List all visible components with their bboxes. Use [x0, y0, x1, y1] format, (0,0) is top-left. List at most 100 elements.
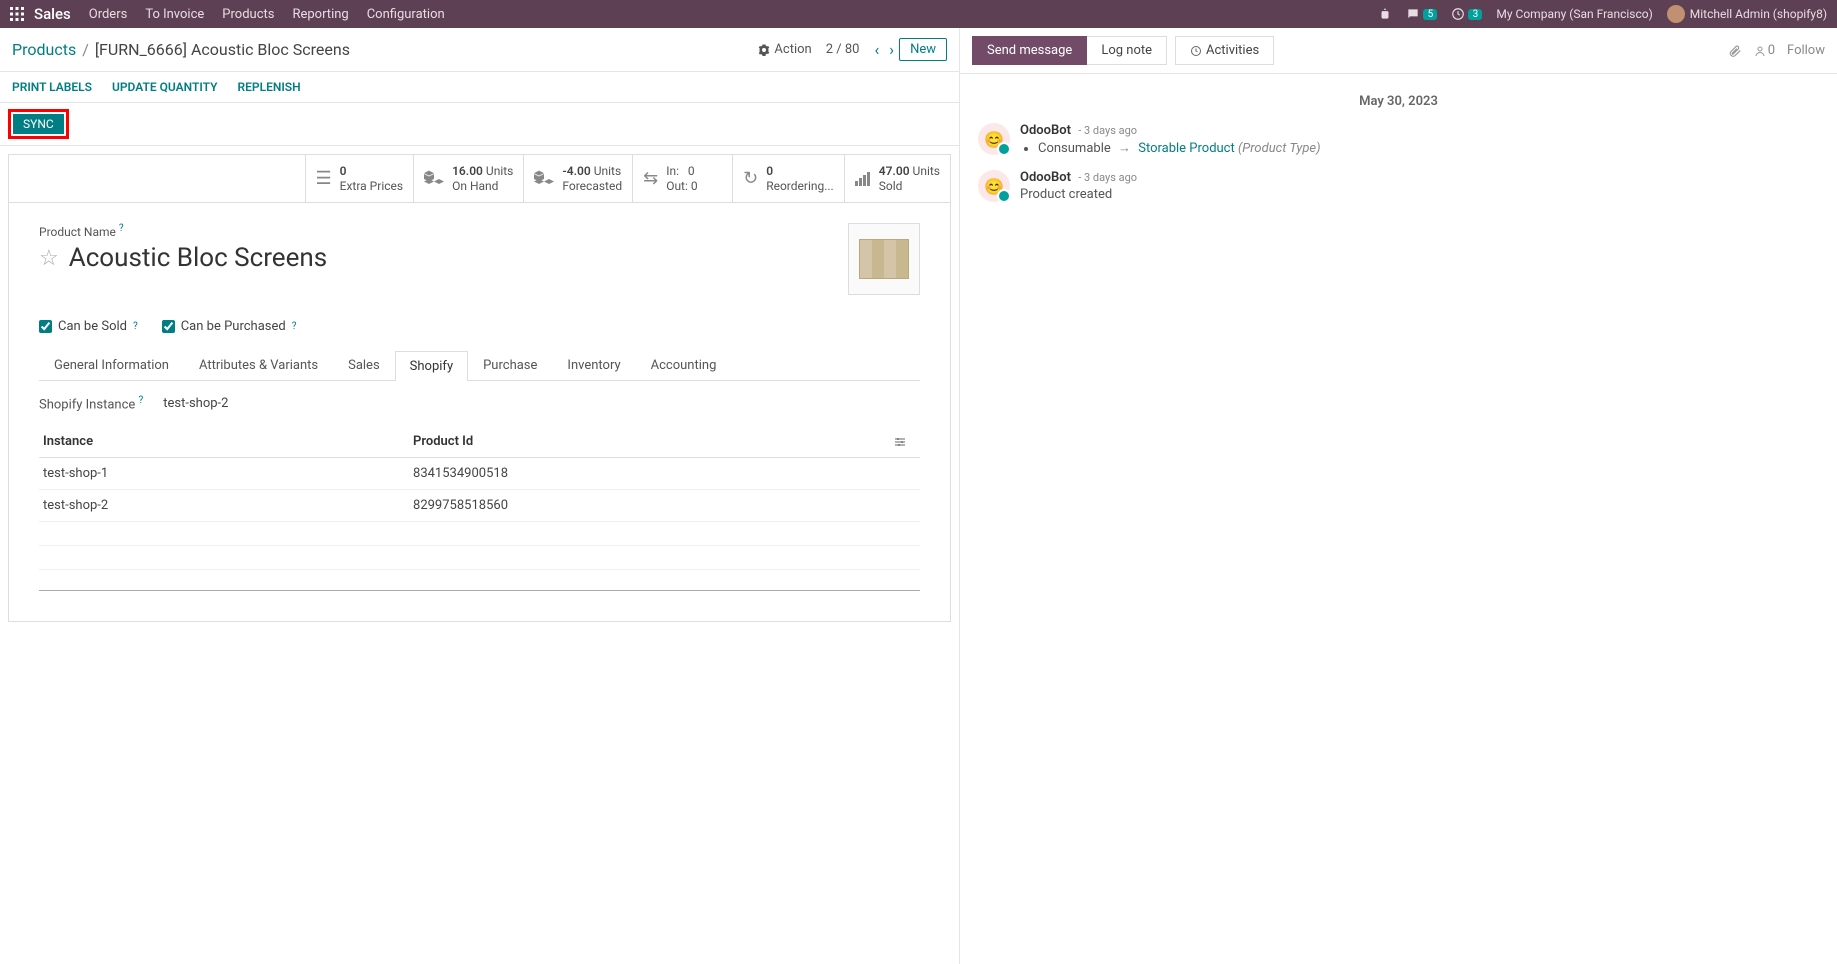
menu-to-invoice[interactable]: To Invoice — [145, 7, 204, 22]
menu-products[interactable]: Products — [222, 7, 274, 22]
product-image[interactable] — [848, 223, 920, 295]
boxes-icon — [534, 170, 554, 188]
product-header: Product Name ? ☆ Acoustic Bloc Screens — [9, 203, 950, 305]
stat-box-row: ☰ 0 Extra Prices 16.00 Units On Hand — [9, 155, 950, 203]
sync-button[interactable]: SYNC — [13, 114, 64, 134]
tab-sales[interactable]: Sales — [333, 350, 395, 380]
filter-icon[interactable] — [894, 436, 916, 448]
product-name[interactable]: Acoustic Bloc Screens — [69, 243, 327, 273]
shopify-instance-value[interactable]: test-shop-2 — [163, 396, 228, 411]
action-button-row: PRINT LABELS UPDATE QUANTITY REPLENISH — [0, 72, 959, 103]
chatter-panel: Send message Log note Activities 0 Follo… — [960, 28, 1837, 964]
transfer-icon: ⇆ — [643, 168, 658, 189]
replenish-button[interactable]: REPLENISH — [238, 80, 301, 94]
table-row[interactable]: test-shop-1 8341534900518 — [39, 458, 920, 490]
list-icon: ☰ — [316, 168, 332, 189]
can-be-purchased-checkbox[interactable]: Can be Purchased ? — [162, 319, 297, 334]
tab-general-information[interactable]: General Information — [39, 350, 184, 380]
form-card: ☰ 0 Extra Prices 16.00 Units On Hand — [8, 154, 951, 622]
product-name-label: Product Name — [39, 225, 116, 239]
breadcrumb-row: Products / [FURN_6666] Acoustic Bloc Scr… — [0, 28, 959, 72]
new-button[interactable]: New — [899, 38, 947, 61]
breadcrumb-sep: / — [82, 40, 89, 59]
message-time: - 3 days ago — [1078, 171, 1137, 184]
help-icon[interactable]: ? — [133, 321, 138, 332]
send-message-button[interactable]: Send message — [972, 36, 1087, 65]
shopify-instance-label: Shopify Instance — [39, 397, 135, 412]
help-icon[interactable]: ? — [292, 321, 297, 332]
bar-chart-icon — [855, 172, 871, 186]
company-selector[interactable]: My Company (San Francisco) — [1496, 7, 1652, 21]
refresh-icon: ↻ — [743, 168, 758, 189]
chat-icon[interactable]: 5 — [1406, 7, 1437, 21]
topbar: Sales Orders To Invoice Products Reporti… — [0, 0, 1837, 28]
tabs: General Information Attributes & Variant… — [39, 350, 920, 381]
clock-icon[interactable]: 3 — [1451, 7, 1482, 21]
message-author[interactable]: OdooBot — [1020, 123, 1071, 138]
col-product-id[interactable]: Product Id — [409, 426, 890, 458]
breadcrumb-root[interactable]: Products — [12, 40, 76, 59]
product-image-placeholder — [859, 239, 909, 279]
message-time: - 3 days ago — [1078, 124, 1137, 137]
sync-highlight: SYNC — [8, 109, 69, 139]
user-name: Mitchell Admin (shopify8) — [1690, 7, 1827, 21]
action-menu[interactable]: Action — [758, 42, 811, 57]
checkbox-row: Can be Sold ? Can be Purchased ? — [9, 319, 950, 334]
arrow-icon: → — [1118, 141, 1131, 156]
stat-on-hand[interactable]: 16.00 Units On Hand — [414, 155, 524, 202]
follow-button[interactable]: Follow — [1787, 43, 1825, 58]
pager-text[interactable]: 2 / 80 — [826, 42, 860, 57]
stat-sold[interactable]: 47.00 Units Sold — [845, 155, 950, 202]
breadcrumb-current: [FURN_6666] Acoustic Bloc Screens — [95, 40, 350, 59]
activities-button[interactable]: Activities — [1175, 36, 1274, 65]
message-text: Product created — [1020, 187, 1137, 202]
follower-count[interactable]: 0 — [1754, 43, 1775, 58]
main-content: Products / [FURN_6666] Acoustic Bloc Scr… — [0, 28, 960, 964]
tab-attributes-variants[interactable]: Attributes & Variants — [184, 350, 333, 380]
table-row[interactable]: test-shop-2 8299758518560 — [39, 490, 920, 522]
chatter-message: 😊 OdooBot - 3 days ago Consumable → Stor… — [978, 123, 1819, 156]
brand-label[interactable]: Sales — [34, 5, 71, 23]
update-quantity-button[interactable]: UPDATE QUANTITY — [112, 80, 218, 94]
tab-accounting[interactable]: Accounting — [636, 350, 732, 380]
tab-shopify[interactable]: Shopify — [395, 351, 468, 381]
chatter-date: May 30, 2023 — [978, 94, 1819, 109]
menu-orders[interactable]: Orders — [89, 7, 128, 22]
shopify-instance-table: Instance Product Id test-shop-1 — [39, 426, 920, 570]
menu-configuration[interactable]: Configuration — [367, 7, 445, 22]
change-to-link[interactable]: Storable Product — [1138, 141, 1235, 156]
user-menu[interactable]: Mitchell Admin (shopify8) — [1667, 5, 1827, 23]
sync-row: SYNC — [0, 103, 959, 146]
help-icon[interactable]: ? — [139, 395, 144, 406]
menu-reporting[interactable]: Reporting — [292, 7, 348, 22]
tab-content-shopify: Shopify Instance ? test-shop-2 Instance … — [9, 381, 950, 621]
help-icon[interactable]: ? — [119, 223, 124, 234]
table-row-empty[interactable] — [39, 522, 920, 546]
pager-next[interactable]: › — [889, 40, 894, 59]
chatter-message: 😊 OdooBot - 3 days ago Product created — [978, 170, 1819, 202]
table-end-divider — [39, 590, 920, 591]
chatter-toolbar: Send message Log note Activities 0 Follo… — [960, 28, 1837, 74]
stat-in-out[interactable]: ⇆ In: 0 Out: 0 — [633, 155, 733, 202]
stat-reordering[interactable]: ↻ 0 Reordering... — [733, 155, 845, 202]
favorite-star-icon[interactable]: ☆ — [39, 246, 59, 271]
bot-avatar-icon: 😊 — [978, 170, 1010, 202]
stat-extra-prices[interactable]: ☰ 0 Extra Prices — [306, 155, 415, 202]
table-row-empty[interactable] — [39, 546, 920, 570]
bot-avatar-icon: 😊 — [978, 123, 1010, 155]
chatter-body: May 30, 2023 😊 OdooBot - 3 days ago Cons… — [960, 74, 1837, 228]
bug-icon[interactable] — [1378, 7, 1392, 21]
can-be-sold-checkbox[interactable]: Can be Sold ? — [39, 319, 138, 334]
col-instance[interactable]: Instance — [39, 426, 409, 458]
print-labels-button[interactable]: PRINT LABELS — [12, 80, 92, 94]
stat-forecasted[interactable]: -4.00 Units Forecasted — [524, 155, 633, 202]
message-author[interactable]: OdooBot — [1020, 170, 1071, 185]
apps-icon[interactable] — [10, 7, 24, 21]
tab-purchase[interactable]: Purchase — [468, 350, 552, 380]
chat-badge: 5 — [1423, 9, 1437, 20]
boxes-icon — [424, 170, 444, 188]
attachment-icon[interactable] — [1728, 44, 1742, 58]
log-note-button[interactable]: Log note — [1087, 36, 1167, 65]
pager-prev[interactable]: ‹ — [874, 40, 879, 59]
tab-inventory[interactable]: Inventory — [552, 350, 635, 380]
